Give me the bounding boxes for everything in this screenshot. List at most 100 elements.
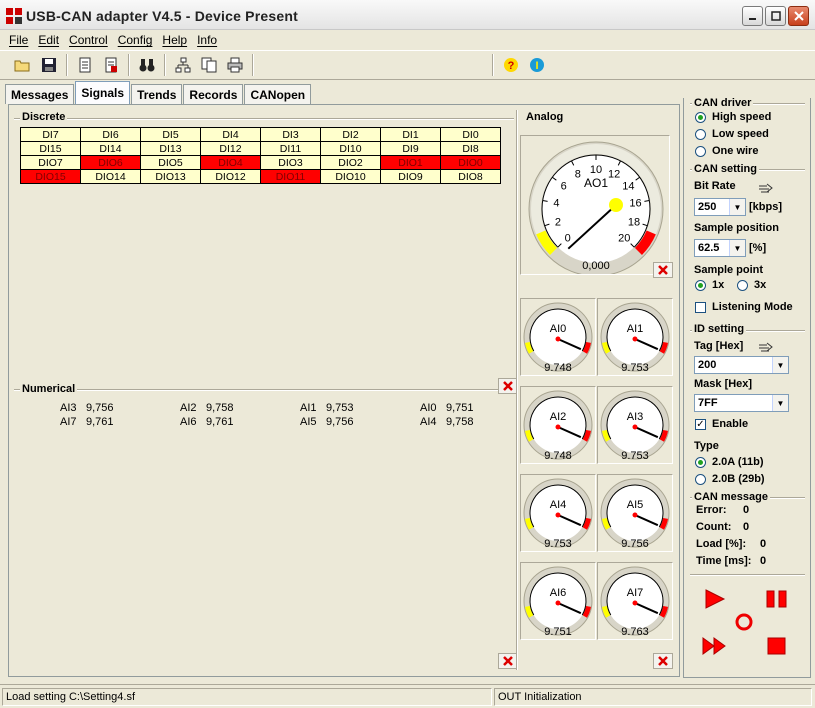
clear-numerical-button[interactable] [498, 378, 518, 394]
sample-position-label: Sample position [694, 222, 779, 234]
help-icon: ? [504, 58, 518, 72]
save-button[interactable] [36, 53, 62, 77]
gauge-dial: AI4 9.753 [523, 478, 593, 550]
tab-canopen[interactable]: CANopen [244, 84, 312, 104]
gauge-dial: AI3 9.753 [600, 390, 670, 462]
type-20a-label: 2.0A (11b) [712, 456, 764, 468]
maximize-button[interactable] [765, 6, 786, 26]
window-title: USB-CAN adapter V4.5 - Device Present [26, 8, 298, 24]
scale-label: 8 [575, 168, 581, 180]
can-driver-title: CAN driver [692, 97, 754, 109]
app-icon [6, 8, 22, 24]
discrete-cell-di12: DI12 [200, 141, 261, 156]
low-speed-label: Low speed [712, 128, 769, 140]
discrete-cell-dio0: DIO0 [440, 155, 501, 170]
menu-help[interactable]: Help [157, 33, 192, 47]
numerical-value: 9,756 [326, 416, 354, 428]
fast-forward-button[interactable] [701, 636, 729, 656]
discrete-cell-di14: DI14 [80, 141, 141, 156]
low-speed-radio[interactable] [695, 129, 706, 140]
load-label: Load [%]: [696, 538, 747, 550]
stop-button[interactable] [766, 636, 788, 656]
info-button[interactable]: I [524, 53, 550, 77]
sample-point-3x-radio[interactable] [737, 280, 748, 291]
mask-select[interactable]: 7FF ▼ [694, 394, 789, 412]
menu-file[interactable]: File [4, 33, 33, 47]
close-button[interactable] [788, 6, 809, 26]
scale-label: 6 [561, 180, 567, 192]
clear-analog-input-button[interactable] [653, 653, 673, 669]
open-folder-button[interactable] [10, 53, 36, 77]
numerical-name: AI2 [180, 402, 197, 414]
pause-button[interactable] [765, 589, 789, 609]
bit-rate-select[interactable]: 250 ▼ [694, 198, 746, 216]
enable-checkbox[interactable]: ✓ [695, 419, 706, 430]
new-doc-button[interactable] [98, 53, 124, 77]
clear-discrete-button[interactable] [498, 653, 518, 669]
copy-button[interactable] [196, 53, 222, 77]
type-20a-radio[interactable] [695, 457, 706, 468]
discrete-cell-dio12: DIO12 [200, 169, 261, 184]
numerical-name: AI0 [420, 402, 437, 414]
numerical-name: AI4 [420, 416, 437, 428]
error-label: Error: [696, 504, 727, 516]
mask-label: Mask [Hex] [694, 378, 753, 390]
gauge-name: AI1 [627, 323, 644, 335]
needle-hub [632, 336, 638, 342]
needle-hub [555, 336, 561, 342]
numerical-name: AI3 [60, 402, 77, 414]
help-button[interactable]: ? [498, 53, 524, 77]
menu-control[interactable]: Control [64, 33, 113, 47]
chevron-down-icon: ▼ [729, 240, 745, 256]
sample-point-3x-label: 3x [754, 279, 767, 291]
discrete-group-line [14, 118, 514, 120]
menu-info[interactable]: Info [192, 33, 222, 47]
numerical-name: AI1 [300, 402, 317, 414]
hand-pointer-icon [759, 183, 773, 193]
numerical-item-ai7: AI7 9,761 [60, 416, 180, 428]
minimize-button[interactable] [742, 6, 763, 26]
clear-analog-output-button[interactable] [653, 262, 673, 278]
gauge-value: 9.763 [621, 626, 649, 638]
sample-position-unit: [%] [749, 242, 767, 254]
tab-records[interactable]: Records [183, 84, 244, 104]
gauge-ai7: AI7 9.763 [597, 562, 673, 640]
find-button[interactable] [134, 53, 160, 77]
one-wire-radio[interactable] [695, 146, 706, 157]
record-button[interactable] [734, 612, 754, 632]
menu-edit[interactable]: Edit [33, 33, 64, 47]
high-speed-label: High speed [712, 111, 772, 123]
chevron-down-icon: ▼ [772, 357, 788, 373]
sample-position-select[interactable]: 62.5 ▼ [694, 239, 746, 257]
type-20b-label: 2.0B (29b) [712, 473, 765, 485]
info-icon: I [530, 58, 544, 72]
discrete-row: DI15 DI14 DI13 DI12 DI11 DI10 DI9 DI8 [20, 141, 501, 156]
discrete-cell-di3: DI3 [260, 127, 321, 142]
numerical-name: AI6 [180, 416, 197, 428]
scale-label: 2 [555, 216, 561, 228]
print-button[interactable] [222, 53, 248, 77]
play-button[interactable] [703, 588, 727, 610]
scale-label: 4 [553, 198, 559, 210]
numerical-value: 9,751 [446, 402, 474, 414]
open-doc-button[interactable] [72, 53, 98, 77]
tree-icon [175, 57, 191, 73]
gauge-value: 0,000 [582, 260, 610, 272]
tree-button[interactable] [170, 53, 196, 77]
sample-point-1x-radio[interactable] [695, 280, 706, 291]
type-20b-radio[interactable] [695, 474, 706, 485]
high-speed-radio[interactable] [695, 112, 706, 123]
tab-messages[interactable]: Messages [5, 84, 75, 104]
menu-config[interactable]: Config [113, 33, 158, 47]
tag-label: Tag [Hex] [694, 340, 744, 352]
id-setting-title: ID setting [692, 323, 747, 335]
listening-mode-checkbox[interactable] [695, 302, 706, 313]
gauge-name: AI7 [627, 587, 644, 599]
close-icon [658, 656, 668, 666]
tab-signals[interactable]: Signals [75, 81, 131, 104]
numerical-name: AI5 [300, 416, 317, 428]
tab-trends[interactable]: Trends [131, 84, 183, 104]
tag-select[interactable]: 200 ▼ [694, 356, 789, 374]
numerical-item-ai5: AI5 9,756 [300, 416, 420, 428]
needle-hub [609, 198, 623, 212]
